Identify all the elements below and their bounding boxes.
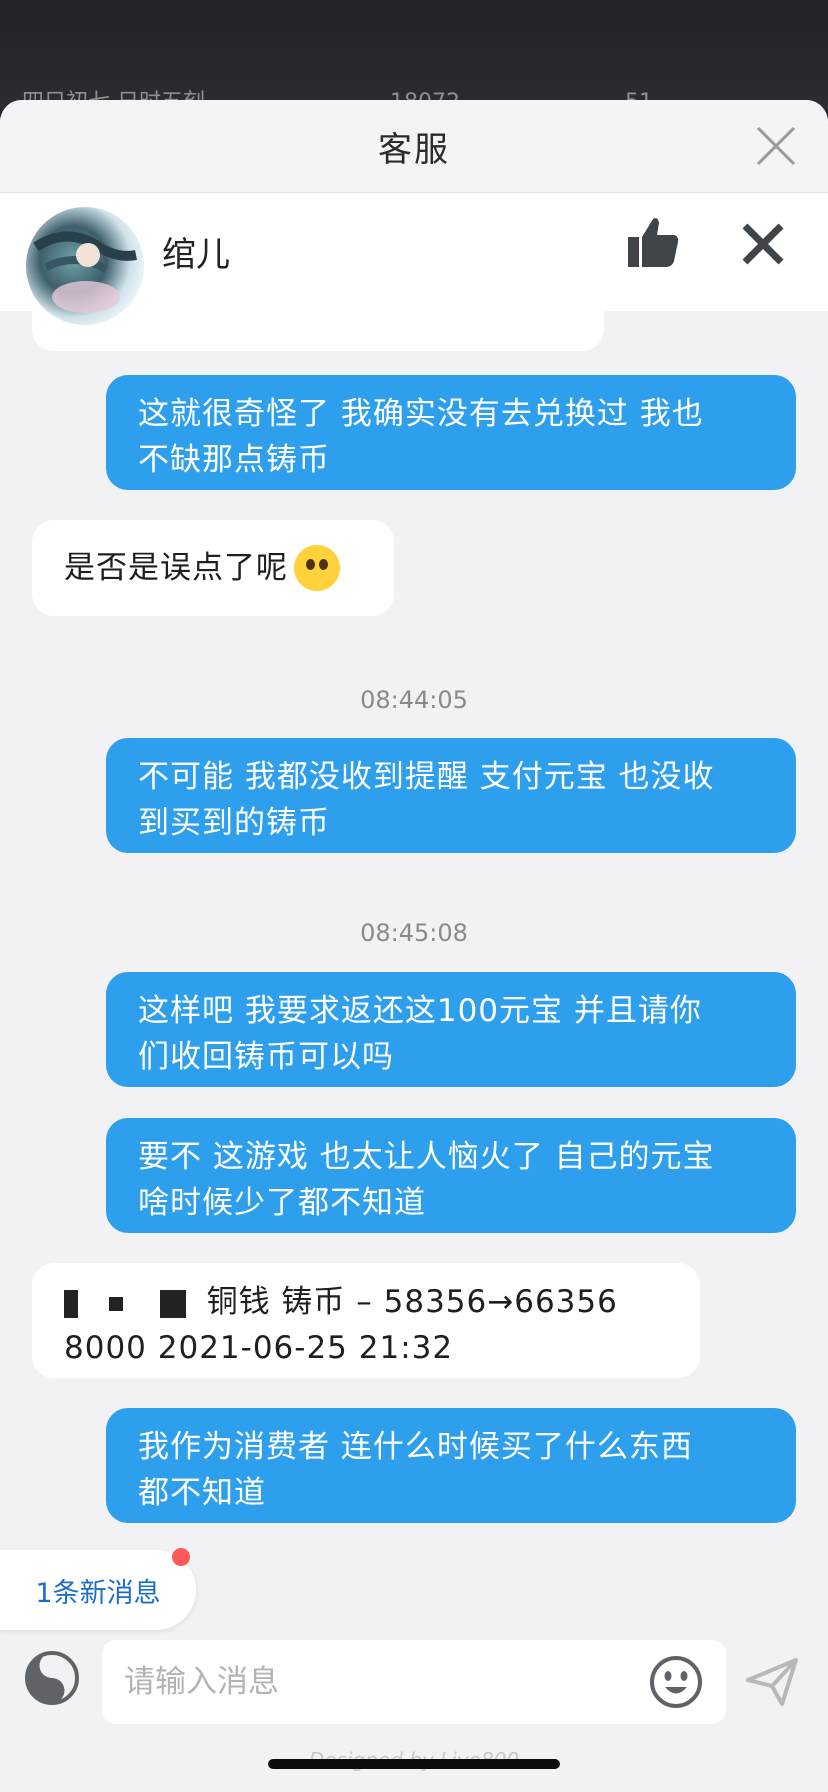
- message-text: 是否是误点了呢: [64, 550, 288, 586]
- new-message-label: 1条新消息: [35, 1577, 161, 1609]
- customer-service-modal: 客服 绾儿 这就很奇怪了 我确实没有去兑换过 我也 不缺那点铸币 是否是误点了呢…: [0, 100, 828, 1792]
- agent-message-bubble: 铜钱 铸币 – 58356→66356 8000 2021-06-25 21:3…: [32, 1263, 700, 1378]
- message-timestamp: 08:45:08: [360, 919, 468, 947]
- user-message-bubble: 这样吧 我要求返还这100元宝 并且请你 们收回铸币可以吗: [106, 972, 796, 1087]
- message-text-line: 这样吧 我要求返还这100元宝 并且请你: [138, 993, 702, 1029]
- message-timestamp: 08:44:05: [360, 686, 468, 714]
- yin-yang-icon[interactable]: [24, 1650, 80, 1706]
- redacted-block: [159, 1289, 186, 1318]
- message-text-line: 到买到的铸币: [138, 805, 330, 841]
- redacted-block: [64, 1289, 78, 1318]
- user-message-bubble: 要不 这游戏 也太让人恼火了 自己的元宝 啥时候少了都不知道: [106, 1118, 796, 1233]
- thumbs-up-icon[interactable]: [626, 215, 680, 269]
- message-text-line: 啥时候少了都不知道: [138, 1185, 426, 1221]
- chat-message-list[interactable]: 这就很奇怪了 我确实没有去兑换过 我也 不缺那点铸币 是否是误点了呢 08:44…: [0, 311, 828, 1721]
- agent-message-bubble: 是否是误点了呢: [32, 520, 394, 616]
- user-message-bubble: 我作为消费者 连什么时候买了什么东西 都不知道: [106, 1408, 796, 1523]
- close-icon[interactable]: [740, 221, 786, 267]
- message-text-line: 我作为消费者 连什么时候买了什么东西: [138, 1429, 693, 1465]
- message-text-line: 都不知道: [138, 1475, 266, 1511]
- send-icon[interactable]: [744, 1654, 800, 1710]
- message-text-line: 不可能 我都没收到提醒 支付元宝 也没收: [138, 759, 715, 795]
- notification-dot: [172, 1548, 190, 1566]
- user-message-bubble: 不可能 我都没收到提醒 支付元宝 也没收 到买到的铸币: [106, 738, 796, 853]
- user-message-bubble: 这就很奇怪了 我确实没有去兑换过 我也 不缺那点铸币: [106, 375, 796, 490]
- redacted-block: [108, 1296, 123, 1311]
- agent-name: 绾儿: [162, 235, 230, 275]
- agent-message-bubble-clipped: [32, 311, 604, 351]
- message-text: 铜钱 铸币 – 58356→66356: [206, 1284, 618, 1320]
- message-text-line: 铜钱 铸币 – 58356→66356: [64, 1279, 668, 1325]
- pleading-face-emoji-icon: [294, 545, 340, 591]
- agent-avatar: [26, 207, 144, 325]
- new-message-badge[interactable]: 1条新消息: [0, 1548, 196, 1630]
- game-background: 四只初七 日时五刻 18072 51: [0, 0, 828, 114]
- message-input[interactable]: [102, 1640, 726, 1724]
- message-text-line: 不缺那点铸币: [138, 442, 330, 478]
- modal-title: 客服: [378, 129, 450, 170]
- message-text-line: 们收回铸币可以吗: [138, 1039, 394, 1075]
- home-indicator[interactable]: [268, 1759, 560, 1769]
- message-text-line: 8000 2021-06-25 21:32: [64, 1330, 454, 1366]
- emoji-icon[interactable]: [648, 1654, 704, 1710]
- modal-header: 客服: [0, 100, 828, 193]
- message-text-line: 这就很奇怪了 我确实没有去兑换过 我也: [138, 396, 704, 432]
- modal-close-icon[interactable]: [752, 122, 800, 170]
- agent-header: 绾儿: [0, 193, 828, 325]
- message-text-line: 要不 这游戏 也太让人恼火了 自己的元宝: [138, 1139, 715, 1175]
